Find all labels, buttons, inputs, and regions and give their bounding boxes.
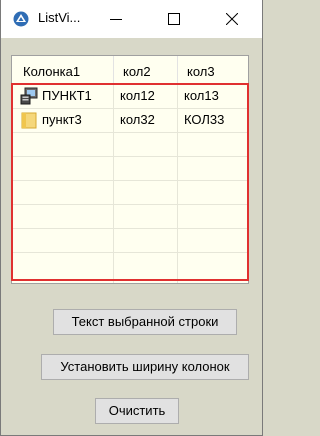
minimize-icon [110,19,122,20]
minimize-button[interactable] [93,0,139,38]
title-bar[interactable]: ListVi... [1,0,262,38]
grid-line [12,228,248,229]
folder-icon [21,112,37,129]
grid-line [12,132,248,133]
grid-line [12,156,248,157]
item-subitem: КОЛ33 [184,112,225,127]
maximize-icon [168,13,180,25]
close-icon [226,13,238,25]
item-label: пункт3 [42,112,82,127]
computer-icon [20,87,38,105]
item-subitem: кол12 [120,88,155,103]
close-button[interactable] [209,0,255,38]
column-header-2[interactable]: кол2 [114,56,178,83]
grid-line [12,204,248,205]
list-header: Колонка1 кол2 кол3 [12,56,248,84]
app-window: ListVi... Колонка1 кол2 кол3 ПУНКТ1 кол1… [0,0,263,436]
list-item[interactable]: пункт3 кол32 КОЛ33 [12,109,248,132]
grid-line [12,180,248,181]
item-subitem: кол32 [120,112,155,127]
app-icon [13,11,29,27]
set-column-width-button[interactable]: Установить ширину колонок [41,354,249,380]
list-view[interactable]: Колонка1 кол2 кол3 ПУНКТ1 кол12 кол13 пу… [11,55,249,284]
item-label: ПУНКТ1 [42,88,92,103]
list-body[interactable]: ПУНКТ1 кол12 кол13 пункт3 кол32 КОЛ33 [12,84,248,283]
grid-line [12,252,248,253]
clear-button[interactable]: Очистить [95,398,179,424]
list-item[interactable]: ПУНКТ1 кол12 кол13 [12,85,248,108]
column-header-3[interactable]: кол3 [178,56,248,83]
maximize-button[interactable] [151,0,197,38]
get-selected-row-button[interactable]: Текст выбранной строки [53,309,237,335]
column-header-1[interactable]: Колонка1 [12,56,114,83]
item-subitem: кол13 [184,88,219,103]
window-title: ListVi... [38,10,81,25]
